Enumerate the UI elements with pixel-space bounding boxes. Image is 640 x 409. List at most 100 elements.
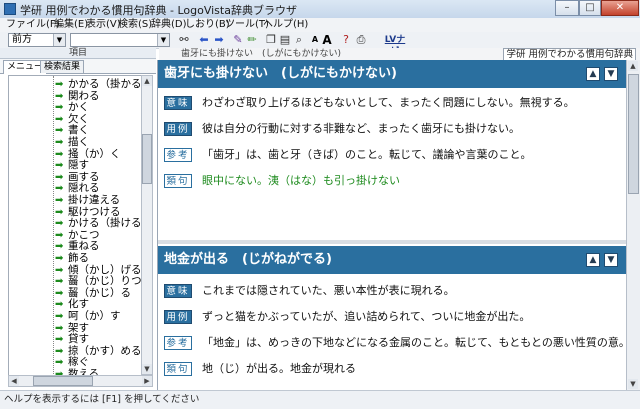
tree-item[interactable]: ➡ 駆けつける bbox=[55, 206, 121, 218]
tree-item[interactable]: ➡ 齧（かじ）る bbox=[55, 287, 131, 299]
tree-item[interactable]: ➡ 隠れる bbox=[55, 182, 100, 194]
search-mode-value: 前方 bbox=[12, 34, 32, 45]
tree-item[interactable]: ➡ 架す bbox=[55, 322, 89, 334]
font-small-icon[interactable]: A bbox=[311, 34, 319, 46]
copy-icon[interactable]: ❐ bbox=[265, 34, 277, 46]
help-icon[interactable]: ? bbox=[340, 34, 352, 46]
tree-item[interactable]: ➡ 画する bbox=[55, 171, 100, 183]
previous-entry-button[interactable]: ▲ bbox=[586, 67, 600, 81]
scroll-right-icon[interactable]: ▶ bbox=[142, 376, 152, 386]
tree-item-label: 書く bbox=[68, 124, 89, 137]
tree-item-label: 化す bbox=[68, 298, 89, 311]
toolbar: 前方 ▼ ▼ ⚯ ⬅ ➡ ✎ ✏ ❐ ▤ ⌕ A A ? ⎙ LVナビ bbox=[0, 32, 640, 57]
tree-item[interactable]: ➡ 掛け違える bbox=[55, 194, 120, 206]
entry-row-text[interactable]: 眼中にない。洟（はな）も引っ掛けない bbox=[202, 174, 400, 188]
tree-item[interactable]: ➡ 飾る bbox=[55, 252, 89, 264]
tree-item[interactable]: ➡ 貸す bbox=[55, 333, 89, 345]
entry-title: 歯牙にも掛けない (しがにもかけない) bbox=[164, 66, 397, 81]
menu-search[interactable]: 検索(S) bbox=[118, 18, 152, 32]
entry-label-badge: 用例 bbox=[164, 122, 192, 136]
tab-search-results[interactable]: 検索結果 bbox=[40, 60, 85, 73]
tree-item[interactable]: ➡ 化す bbox=[55, 298, 89, 310]
entry-label-badge: 用例 bbox=[164, 310, 192, 324]
left-tabs: メニュー 検索結果 bbox=[0, 59, 156, 74]
tree-item[interactable]: ➡ 描く bbox=[55, 136, 89, 148]
tree-item-label: 掻（か）く bbox=[68, 147, 121, 160]
tree-item-label: かく bbox=[68, 101, 89, 114]
next-entry-button[interactable]: ▼ bbox=[604, 253, 618, 267]
menu-file[interactable]: ファイル(F) bbox=[6, 18, 60, 32]
entry-row-text: ずっと猫をかぶっていたが、追い詰められて、ついに地金が出た。 bbox=[202, 310, 531, 323]
highlighter-icon[interactable]: ✏ bbox=[246, 34, 258, 46]
scroll-left-icon[interactable]: ◀ bbox=[9, 376, 19, 386]
tree-item-label: かける（掛ける） bbox=[68, 217, 142, 230]
next-entry-button[interactable]: ▼ bbox=[604, 67, 618, 81]
tree-item[interactable]: ➡ 欠く bbox=[55, 113, 89, 125]
search-input[interactable]: ▼ bbox=[70, 33, 170, 47]
pencil-icon[interactable]: ✎ bbox=[232, 34, 244, 46]
scroll-down-icon[interactable]: ▼ bbox=[628, 379, 638, 389]
entry-row-text: これまでは隠されていた、悪い本性が表に現れる。 bbox=[202, 284, 455, 297]
menu-help[interactable]: ヘルプ(H) bbox=[263, 18, 308, 32]
entry-row-text: 地（じ）が出る。地金が現れる bbox=[202, 362, 356, 375]
close-button[interactable]: ✕ bbox=[601, 0, 639, 16]
tree-item[interactable]: ➡ 重ねる bbox=[55, 240, 100, 252]
binoculars-icon[interactable]: ⚯ bbox=[177, 34, 191, 46]
scroll-thumb[interactable] bbox=[628, 74, 639, 194]
tree-item[interactable]: ➡齧（かじ）りつく bbox=[55, 275, 142, 287]
tree-item-label: 貸す bbox=[68, 333, 89, 346]
chevron-down-icon: ▼ bbox=[53, 34, 65, 46]
tree-item-label: 重ねる bbox=[68, 240, 100, 253]
lv-navi-button[interactable]: LVナビ bbox=[381, 34, 409, 57]
app-icon bbox=[4, 3, 16, 15]
menu-bookmarks[interactable]: しおり(B) bbox=[185, 18, 230, 32]
tree-item[interactable]: ➡かける（掛ける） bbox=[55, 217, 142, 230]
tree-item[interactable]: ➡ 掠（かす）める bbox=[55, 345, 142, 357]
entry-divider bbox=[158, 240, 627, 244]
tree-item-label: 齧（かじ）る bbox=[68, 286, 131, 299]
tree-item-label: 呵（か）す bbox=[68, 310, 121, 322]
tree-item[interactable]: ➡ かこつ bbox=[55, 229, 100, 241]
menu-dictionary[interactable]: 辞典(D) bbox=[151, 18, 187, 32]
tree-horizontal-scrollbar[interactable]: ◀ ▶ bbox=[8, 375, 153, 387]
minimize-button[interactable]: – bbox=[555, 0, 579, 16]
tree-item[interactable]: ➡ 傾（かし）げる bbox=[55, 264, 142, 276]
tree-item-label: 架す bbox=[68, 321, 89, 334]
print-icon[interactable]: ⎙ bbox=[355, 34, 367, 46]
zoom-icon[interactable]: ⌕ bbox=[293, 34, 305, 46]
tree-item[interactable]: ➡ かく bbox=[55, 101, 89, 113]
tree-vertical-scrollbar[interactable]: ▲ ▼ bbox=[141, 75, 153, 375]
tree-item-label: 飾る bbox=[68, 252, 89, 264]
tree-item[interactable]: ➡ 関わる bbox=[55, 90, 100, 102]
entry-label-badge: 参考 bbox=[164, 336, 192, 350]
menu-edit[interactable]: 編集(E) bbox=[54, 18, 88, 32]
maximize-button[interactable]: □ bbox=[579, 0, 601, 16]
scroll-thumb[interactable] bbox=[142, 134, 152, 184]
entry-title: 地金が出る (じがねがでる) bbox=[164, 252, 332, 267]
tree-item[interactable]: ➡ 隠す bbox=[55, 159, 89, 171]
font-large-icon[interactable]: A bbox=[321, 34, 333, 46]
scroll-up-icon[interactable]: ▲ bbox=[628, 61, 638, 71]
scroll-down-icon[interactable]: ▼ bbox=[142, 364, 152, 374]
paste-icon[interactable]: ▤ bbox=[279, 34, 291, 46]
search-mode-select[interactable]: 前方 ▼ bbox=[8, 33, 66, 47]
arrow-right-icon[interactable]: ➡ bbox=[213, 34, 225, 46]
scroll-up-icon[interactable]: ▲ bbox=[142, 76, 152, 86]
previous-entry-button[interactable]: ▲ bbox=[586, 253, 600, 267]
tree-item[interactable]: ➡ 稼ぐ bbox=[55, 356, 89, 368]
tree-item-label: 掠（かす）める bbox=[68, 344, 142, 357]
tree-item-label: かこつ bbox=[68, 228, 100, 241]
tree-item-label: 関わる bbox=[68, 89, 100, 102]
tree-item[interactable]: ➡ 掻（か）く bbox=[55, 148, 121, 160]
menu-view[interactable]: 表示(V) bbox=[86, 18, 121, 32]
scroll-thumb-horizontal[interactable] bbox=[33, 376, 93, 386]
status-bar: ヘルプを表示するには [F1] を押してください bbox=[0, 390, 640, 409]
content-vertical-scrollbar[interactable]: ▲ ▼ bbox=[626, 60, 640, 390]
tree-item[interactable]: ➡ 書く bbox=[55, 124, 89, 136]
items-header: 項目 bbox=[0, 48, 156, 59]
tree-item[interactable]: ➡かかる（掛かる） bbox=[55, 78, 142, 90]
tree-item-label: 隠す bbox=[68, 159, 89, 172]
tree-item-label: 画する bbox=[68, 170, 100, 183]
arrow-left-icon[interactable]: ⬅ bbox=[198, 34, 210, 46]
tree-item[interactable]: ➡ 呵（か）す bbox=[55, 310, 121, 322]
